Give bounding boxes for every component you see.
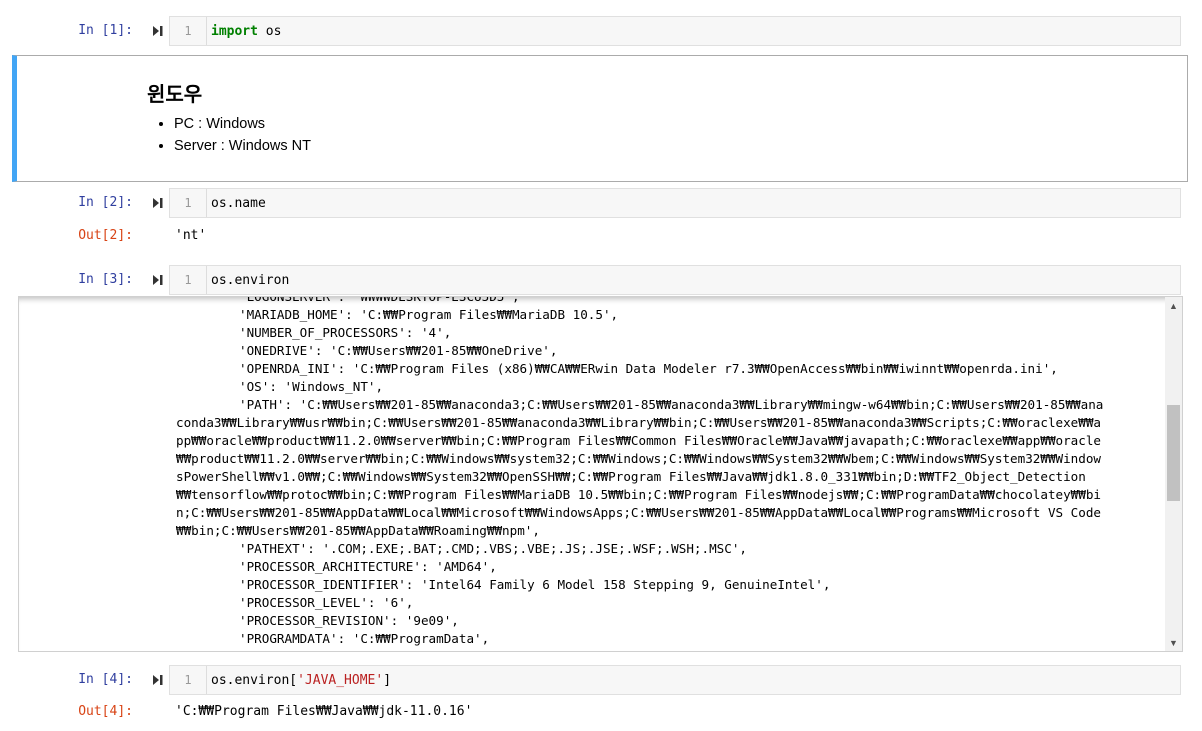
- output-prompt: Out[2]:: [78, 228, 133, 243]
- output-line: conda3₩₩Library₩₩usr₩₩bin;C:₩₩Users₩₩201…: [176, 415, 1102, 430]
- scroll-down-arrow-icon[interactable]: ▼: [1165, 634, 1182, 651]
- output-prompt: Out[4]:: [78, 704, 133, 719]
- output-line: 'PATHEXT': '.COM;.EXE;.BAT;.CMD;.VBS;.VB…: [239, 541, 747, 556]
- output-line: 'PROCESSOR_LEVEL': '6',: [239, 595, 414, 610]
- code-editor[interactable]: 1 os.environ['JAVA_HOME']: [169, 665, 1181, 695]
- output-line: 'PROCESSOR_REVISION': '9e09',: [239, 613, 459, 628]
- code-text: import os: [211, 17, 281, 45]
- code-keyword: import: [211, 23, 258, 39]
- scroll-up-arrow-icon[interactable]: ▲: [1165, 297, 1182, 314]
- run-cell-icon[interactable]: [151, 24, 165, 38]
- input-prompt: In [3]:: [78, 272, 133, 287]
- output-line: 'MARIADB_HOME': 'C:₩₩Program Files₩₩Mari…: [239, 307, 619, 322]
- input-prompt: In [2]:: [78, 195, 133, 210]
- environ-output-text: 'LOGONSERVER': '₩₩₩₩DESKTOP-E3CU5D5', 'MA…: [176, 296, 1156, 651]
- line-number: 1: [170, 666, 207, 694]
- code-text: os.environ: [211, 272, 290, 288]
- input-prompt: In [4]:: [78, 672, 133, 687]
- run-cell-icon[interactable]: [151, 196, 165, 210]
- code-editor[interactable]: 1 os.name: [169, 188, 1181, 218]
- output-text: 'C:₩₩Program Files₩₩Java₩₩jdk-11.0.16': [175, 704, 473, 719]
- output-line: ₩₩bin;C:₩₩Users₩₩201-85₩₩AppData₩₩Roamin…: [176, 523, 540, 538]
- code-editor[interactable]: 1 os.environ: [169, 265, 1181, 295]
- list-item: Server : Windows NT: [174, 138, 311, 154]
- output-line: pp₩₩oracle₩₩product₩₩11.2.0₩₩server₩₩bin…: [176, 433, 1102, 448]
- output-line: 'OPENRDA_INI': 'C:₩₩Program Files (x86)₩…: [239, 361, 1058, 376]
- output-line: 'OS': 'Windows_NT',: [239, 379, 384, 394]
- output-line: 'PATH': 'C:₩₩Users₩₩201-85₩₩anaconda3;C:…: [239, 397, 1104, 412]
- scrolled-output-area[interactable]: 'LOGONSERVER': '₩₩₩₩DESKTOP-E3CU5D5', 'MA…: [18, 296, 1183, 652]
- code-text: os.name: [211, 195, 266, 211]
- code-string: 'JAVA_HOME': [297, 672, 384, 688]
- markdown-cell[interactable]: 윈도우 PC : Windows Server : Windows NT: [12, 55, 1188, 182]
- list-item: PC : Windows: [174, 116, 311, 132]
- run-cell-icon[interactable]: [151, 673, 165, 687]
- vertical-scrollbar[interactable]: ▲ ▼: [1165, 297, 1182, 651]
- line-number: 1: [170, 266, 207, 294]
- output-line: 'PROGRAMFILES': 'C:₩₩Program Files',: [176, 648, 1156, 651]
- code-rest: os: [257, 23, 282, 39]
- output-line: n;C:₩₩Users₩₩201-85₩₩AppData₩₩Local₩₩Mic…: [176, 505, 1102, 520]
- output-line: 'ONEDRIVE': 'C:₩₩Users₩₩201-85₩₩OneDrive…: [239, 343, 558, 358]
- code-prefix: os.environ[: [211, 672, 298, 688]
- markdown-list: PC : Windows Server : Windows NT: [174, 116, 311, 160]
- output-line: 'PROCESSOR_ARCHITECTURE': 'AMD64',: [239, 559, 497, 574]
- output-text: 'nt': [175, 228, 207, 243]
- output-line: sPowerShell₩₩v1.0₩₩;C:₩₩Windows₩₩System3…: [176, 469, 1086, 484]
- output-line: 'PROGRAMDATA': 'C:₩₩ProgramData',: [239, 631, 490, 646]
- code-text: os.environ['JAVA_HOME']: [211, 666, 391, 694]
- output-line: ₩₩product₩₩11.2.0₩₩server₩₩bin;C:₩₩Windo…: [176, 451, 1102, 466]
- output-line: ₩₩tensorflow₩₩protoc₩₩bin;C:₩₩Program Fi…: [176, 487, 1102, 502]
- output-line: 'NUMBER_OF_PROCESSORS': '4',: [239, 325, 452, 340]
- markdown-heading: 윈도우: [147, 84, 203, 106]
- line-number: 1: [170, 189, 207, 217]
- input-prompt: In [1]:: [78, 23, 133, 38]
- output-line: 'LOGONSERVER': '₩₩₩₩DESKTOP-E3CU5D5',: [239, 296, 520, 304]
- code-suffix: ]: [383, 672, 392, 688]
- output-line: 'PROCESSOR_IDENTIFIER': 'Intel64 Family …: [239, 577, 831, 592]
- run-cell-icon[interactable]: [151, 273, 165, 287]
- code-editor[interactable]: 1 import os: [169, 16, 1181, 46]
- line-number: 1: [170, 17, 207, 45]
- scrollbar-thumb[interactable]: [1167, 405, 1180, 501]
